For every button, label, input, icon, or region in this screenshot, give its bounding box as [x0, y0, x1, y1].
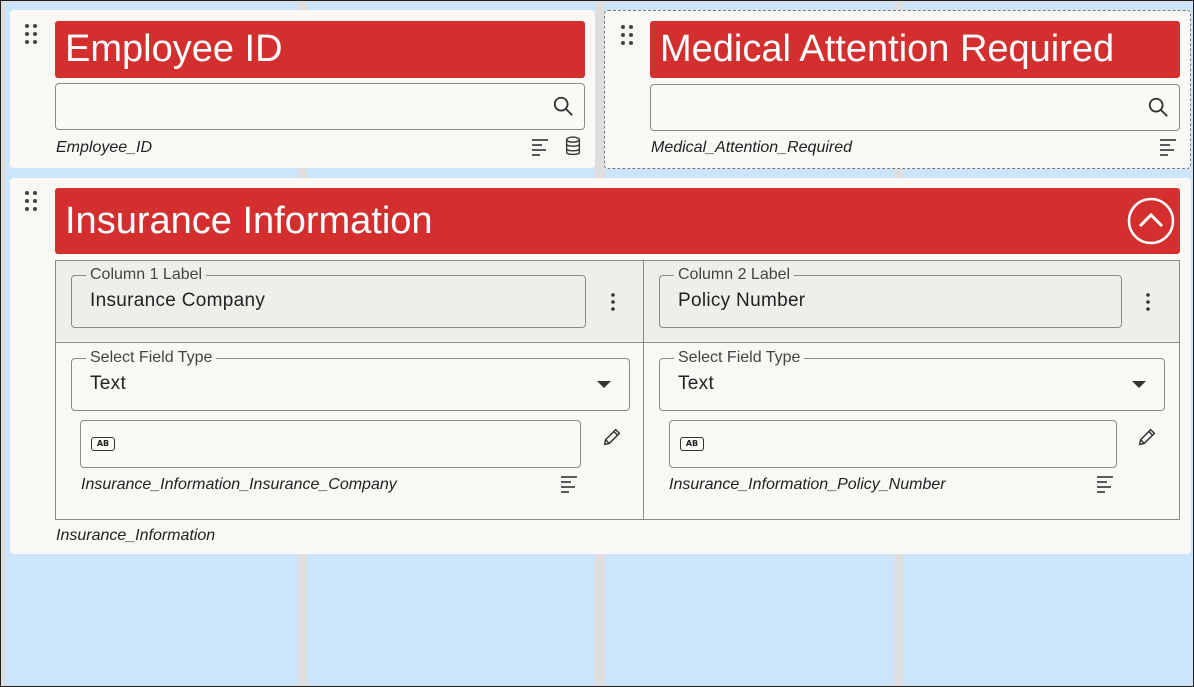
pencil-edit-icon[interactable] [1136, 426, 1158, 448]
variable-name: Insurance_Information_Policy_Number [669, 476, 946, 493]
column-header-cell: Column 1 Label Insurance Company [56, 261, 644, 343]
variable-name: Insurance_Information_Insurance_Company [81, 476, 397, 493]
dropdown-arrow-icon[interactable] [597, 381, 611, 388]
column-body-cell: Select Field Type Text AB Insurance_Info… [56, 343, 644, 519]
column-label-value: Insurance Company [90, 290, 266, 311]
dropdown-arrow-icon[interactable] [1132, 381, 1146, 388]
variable-name: Medical_Attention_Required [651, 139, 853, 156]
variable-name: Employee_ID [56, 139, 153, 156]
variable-name: Insurance_Information [56, 527, 216, 544]
align-left-icon[interactable] [530, 137, 550, 157]
text-field-icon: AB [91, 437, 115, 451]
form-canvas: Employee ID Employee_ID Medical Attentio… [0, 0, 1194, 687]
collapse-chevron-up-icon[interactable] [1127, 197, 1175, 245]
field-type-value: Text [90, 373, 127, 394]
column-label-input[interactable]: Column 2 Label Policy Number [659, 266, 1122, 328]
field-type-legend: Select Field Type [86, 349, 217, 367]
field-title[interactable]: Medical Attention Required [650, 21, 1180, 78]
drag-handle-icon[interactable] [23, 190, 39, 214]
search-input[interactable] [650, 84, 1180, 131]
field-title[interactable]: Insurance Information [55, 188, 1180, 254]
text-field-icon: AB [680, 437, 704, 451]
column-label-value: Policy Number [678, 290, 806, 311]
column-header-cell: Column 2 Label Policy Number [644, 261, 1179, 343]
field-card-employee-id[interactable]: Employee ID Employee_ID [10, 10, 595, 168]
field-type-select[interactable]: Select Field Type Text [659, 349, 1165, 411]
field-card-insurance-information[interactable]: Insurance Information Column 1 Label Ins… [10, 178, 1191, 554]
column-label-input[interactable]: Column 1 Label Insurance Company [71, 266, 586, 328]
field-type-value: Text [678, 373, 715, 394]
search-input[interactable] [55, 83, 585, 130]
database-icon[interactable] [563, 136, 583, 156]
align-left-icon[interactable] [559, 474, 579, 494]
column-body-cell: Select Field Type Text AB Insurance_Info… [644, 343, 1179, 519]
field-card-medical-attention[interactable]: Medical Attention Required Medical_Atten… [604, 10, 1191, 169]
column-table: Column 1 Label Insurance Company Column … [55, 260, 1180, 520]
field-type-legend: Select Field Type [674, 349, 805, 367]
search-icon[interactable] [552, 95, 574, 117]
more-vert-icon[interactable] [610, 292, 616, 312]
text-input-preview[interactable]: AB [669, 420, 1117, 468]
field-type-select[interactable]: Select Field Type Text [71, 349, 630, 411]
align-left-icon[interactable] [1095, 474, 1115, 494]
drag-handle-icon[interactable] [619, 24, 635, 48]
search-icon[interactable] [1147, 96, 1169, 118]
text-input-preview[interactable]: AB [80, 420, 581, 468]
column-label-legend: Column 1 Label [86, 266, 207, 284]
pencil-edit-icon[interactable] [601, 426, 623, 448]
align-left-icon[interactable] [1158, 137, 1178, 157]
column-label-legend: Column 2 Label [674, 266, 795, 284]
field-title[interactable]: Employee ID [55, 21, 585, 78]
field-title-text: Insurance Information [65, 200, 433, 242]
more-vert-icon[interactable] [1145, 292, 1151, 312]
drag-handle-icon[interactable] [23, 23, 39, 47]
